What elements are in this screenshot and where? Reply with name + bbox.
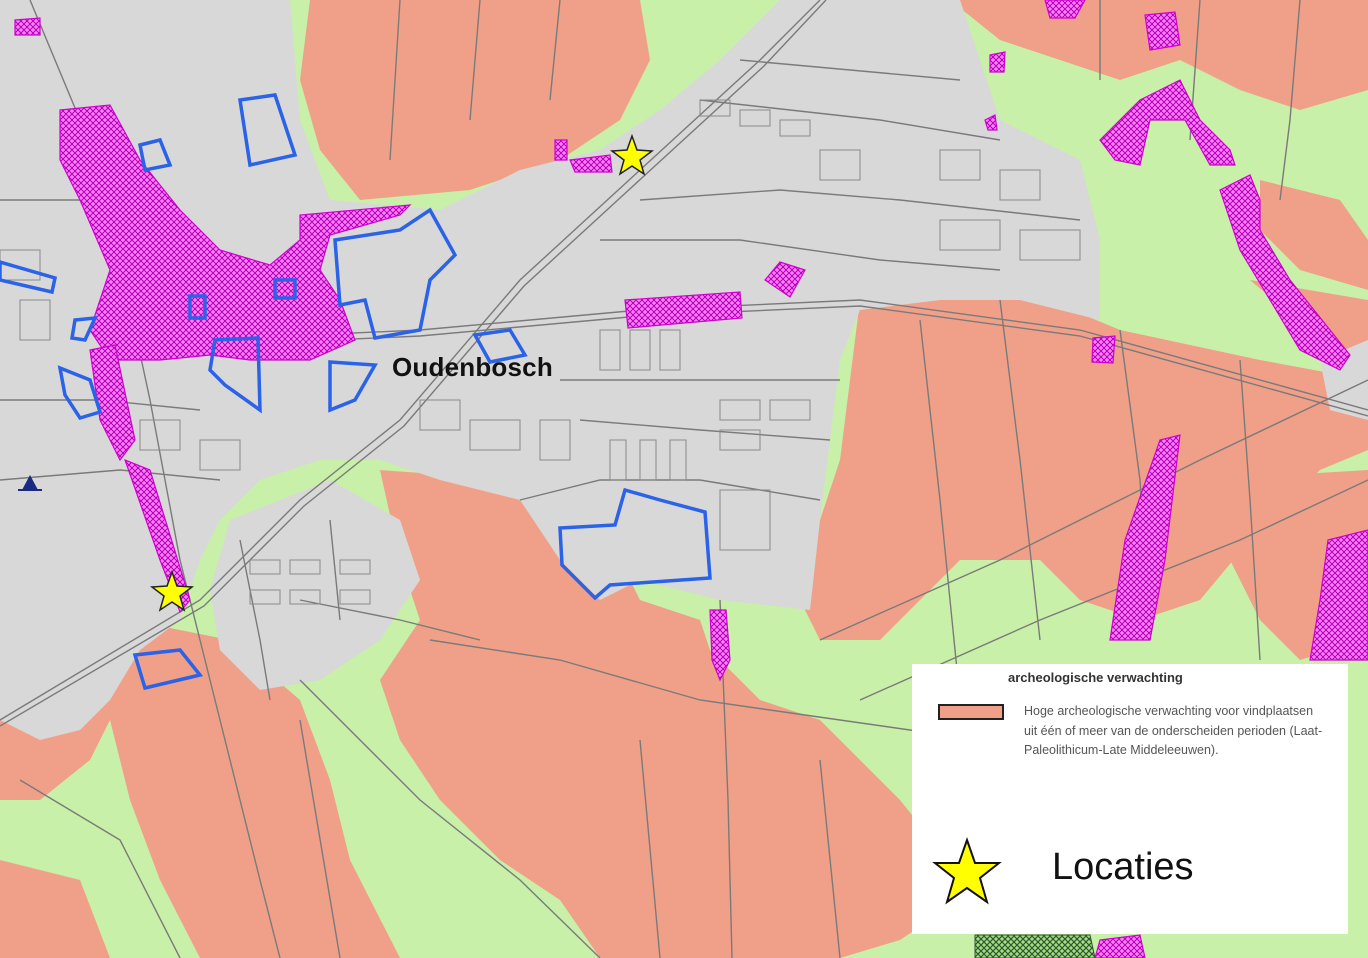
map-legend: archeologische verwachting Hoge archeolo… [912, 664, 1348, 934]
legend-locaties-label: Locaties [1052, 846, 1194, 888]
legend-title: archeologische verwachting [1008, 670, 1183, 685]
legend-swatch-high-expectation [938, 704, 1004, 720]
place-label-oudenbosch: Oudenbosch [392, 352, 553, 382]
legend-entry-text: Hoge archeologische verwachting voor vin… [1024, 704, 1323, 757]
green-hatch-area [974, 934, 1096, 958]
star-icon [932, 836, 1002, 905]
